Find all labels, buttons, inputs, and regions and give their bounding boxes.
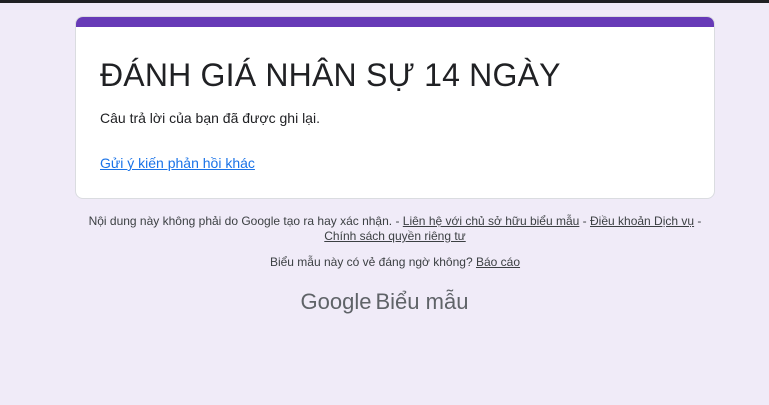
separator: -: [694, 214, 702, 228]
suspicious-question-text: Biểu mẫu này có vẻ đáng ngờ không?: [269, 255, 473, 269]
separator: -: [579, 214, 591, 228]
report-abuse-line: Biểu mẫu này có vẻ đáng ngờ không? Báo c…: [75, 255, 715, 269]
submit-another-response-link[interactable]: Gửi ý kiến phản hồi khác: [100, 155, 255, 171]
form-title: ĐÁNH GIÁ NHÂN SỰ 14 NGÀY: [100, 57, 561, 93]
disclaimer-text: Nội dung này không phải do Google tạo ra…: [88, 214, 393, 228]
confirmation-card: ĐÁNH GIÁ NHÂN SỰ 14 NGÀY Câu trả lời của…: [75, 16, 715, 199]
confirmation-message: Câu trả lời của bạn đã được ghi lại.: [100, 110, 320, 126]
card-accent-bar: [76, 17, 714, 27]
google-forms-logo[interactable]: Google Biểu mẫu: [0, 289, 769, 315]
footer-disclaimer: Nội dung này không phải do Google tạo ra…: [75, 214, 715, 244]
forms-wordmark: Biểu mẫu: [375, 289, 469, 314]
separator: -: [392, 214, 403, 228]
contact-owner-link[interactable]: Liên hệ với chủ sở hữu biểu mẫu: [403, 214, 580, 228]
google-wordmark: Google: [300, 289, 372, 314]
report-link[interactable]: Báo cáo: [476, 255, 520, 269]
privacy-policy-link[interactable]: Chính sách quyền riêng tư: [324, 229, 465, 243]
window-top-strip: [0, 0, 769, 3]
terms-of-service-link[interactable]: Điều khoản Dịch vụ: [590, 214, 694, 228]
